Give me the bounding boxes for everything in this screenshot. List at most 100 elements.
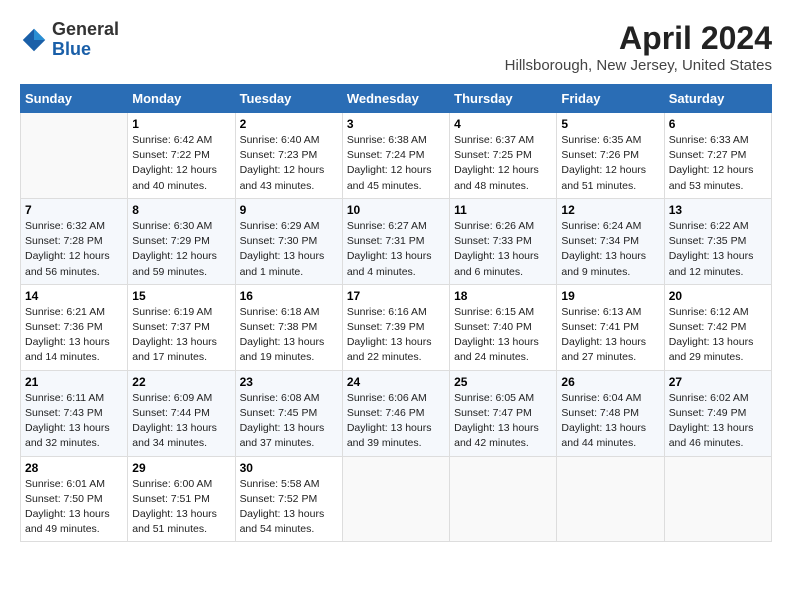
day-number: 20 [669,289,767,303]
day-number: 4 [454,117,552,131]
calendar-cell: 16Sunrise: 6:18 AM Sunset: 7:38 PM Dayli… [235,284,342,370]
calendar-table: SundayMondayTuesdayWednesdayThursdayFrid… [20,84,772,542]
calendar-cell: 26 Sunrise: 6:04 AM Sunset: 7:48 PM Dayli… [557,370,664,456]
logo-icon [20,26,48,54]
calendar-cell: 24Sunrise: 6:06 AM Sunset: 7:46 PM Dayli… [342,370,449,456]
day-info: Sunrise: 6:29 AM Sunset: 7:30 PM Dayligh… [240,219,338,280]
day-number: 26 [561,375,659,389]
calendar-cell: 22 Sunrise: 6:09 AM Sunset: 7:44 PM Dayli… [128,370,235,456]
header-day: Monday [128,85,235,113]
day-number: 19 [561,289,659,303]
calendar-cell: 3 Sunrise: 6:38 AM Sunset: 7:24 PM Daylig… [342,113,449,199]
calendar-week: 21 Sunrise: 6:11 AM Sunset: 7:43 PM Dayli… [21,370,772,456]
day-number: 16 [240,289,338,303]
header-day: Friday [557,85,664,113]
page-header: General Blue April 2024 Hillsborough, Ne… [20,20,772,74]
day-info: Sunrise: 6:05 AM Sunset: 7:47 PM Dayligh… [454,391,552,452]
day-info: Sunrise: 6:30 AM Sunset: 7:29 PM Dayligh… [132,219,230,280]
calendar-cell [557,456,664,542]
day-info: Sunrise: 6:22 AM Sunset: 7:35 PM Dayligh… [669,219,767,280]
header-day: Wednesday [342,85,449,113]
day-info: Sunrise: 5:58 AM Sunset: 7:52 PM Dayligh… [240,477,338,538]
calendar-cell: 4Sunrise: 6:37 AM Sunset: 7:25 PM Daylig… [450,113,557,199]
header-day: Sunday [21,85,128,113]
calendar-cell: 29 Sunrise: 6:00 AM Sunset: 7:51 PM Dayli… [128,456,235,542]
day-number: 18 [454,289,552,303]
day-info: Sunrise: 6:26 AM Sunset: 7:33 PM Dayligh… [454,219,552,280]
day-info: Sunrise: 6:08 AM Sunset: 7:45 PM Dayligh… [240,391,338,452]
calendar-cell: 17Sunrise: 6:16 AM Sunset: 7:39 PM Dayli… [342,284,449,370]
day-number: 7 [25,203,123,217]
calendar-cell [342,456,449,542]
day-info: Sunrise: 6:42 AM Sunset: 7:22 PM Dayligh… [132,133,230,194]
calendar-cell: 7 Sunrise: 6:32 AM Sunset: 7:28 PM Daylig… [21,198,128,284]
day-info: Sunrise: 6:09 AM Sunset: 7:44 PM Dayligh… [132,391,230,452]
calendar-cell: 28 Sunrise: 6:01 AM Sunset: 7:50 PM Dayli… [21,456,128,542]
calendar-cell [664,456,771,542]
logo-general-text: General [52,19,119,39]
calendar-cell: 6Sunrise: 6:33 AM Sunset: 7:27 PM Daylig… [664,113,771,199]
calendar-cell: 8 Sunrise: 6:30 AM Sunset: 7:29 PM Daylig… [128,198,235,284]
day-number: 1 [132,117,230,131]
calendar-cell: 15 Sunrise: 6:19 AM Sunset: 7:37 PM Dayli… [128,284,235,370]
day-info: Sunrise: 6:32 AM Sunset: 7:28 PM Dayligh… [25,219,123,280]
day-info: Sunrise: 6:04 AM Sunset: 7:48 PM Dayligh… [561,391,659,452]
day-info: Sunrise: 6:27 AM Sunset: 7:31 PM Dayligh… [347,219,445,280]
calendar-body: 1 Sunrise: 6:42 AM Sunset: 7:22 PM Daylig… [21,113,772,542]
day-number: 21 [25,375,123,389]
calendar-cell [21,113,128,199]
header-day: Tuesday [235,85,342,113]
day-info: Sunrise: 6:11 AM Sunset: 7:43 PM Dayligh… [25,391,123,452]
calendar-cell: 23 Sunrise: 6:08 AM Sunset: 7:45 PM Dayli… [235,370,342,456]
day-number: 10 [347,203,445,217]
day-number: 15 [132,289,230,303]
day-number: 2 [240,117,338,131]
calendar-cell: 11 Sunrise: 6:26 AM Sunset: 7:33 PM Dayli… [450,198,557,284]
day-number: 11 [454,203,552,217]
calendar-cell: 13 Sunrise: 6:22 AM Sunset: 7:35 PM Dayli… [664,198,771,284]
calendar-cell: 9 Sunrise: 6:29 AM Sunset: 7:30 PM Daylig… [235,198,342,284]
logo-blue-text: Blue [52,39,91,59]
day-number: 29 [132,461,230,475]
day-number: 23 [240,375,338,389]
day-info: Sunrise: 6:21 AM Sunset: 7:36 PM Dayligh… [25,305,123,366]
calendar-cell: 10 Sunrise: 6:27 AM Sunset: 7:31 PM Dayli… [342,198,449,284]
calendar-cell: 19Sunrise: 6:13 AM Sunset: 7:41 PM Dayli… [557,284,664,370]
day-info: Sunrise: 6:33 AM Sunset: 7:27 PM Dayligh… [669,133,767,194]
day-info: Sunrise: 6:01 AM Sunset: 7:50 PM Dayligh… [25,477,123,538]
day-number: 24 [347,375,445,389]
day-info: Sunrise: 6:00 AM Sunset: 7:51 PM Dayligh… [132,477,230,538]
day-number: 30 [240,461,338,475]
calendar-cell: 20 Sunrise: 6:12 AM Sunset: 7:42 PM Dayli… [664,284,771,370]
calendar-cell: 21 Sunrise: 6:11 AM Sunset: 7:43 PM Dayli… [21,370,128,456]
logo: General Blue [20,20,119,60]
day-number: 22 [132,375,230,389]
day-number: 3 [347,117,445,131]
calendar-cell: 1 Sunrise: 6:42 AM Sunset: 7:22 PM Daylig… [128,113,235,199]
day-number: 8 [132,203,230,217]
calendar-cell: 14Sunrise: 6:21 AM Sunset: 7:36 PM Dayli… [21,284,128,370]
header-day: Saturday [664,85,771,113]
day-info: Sunrise: 6:24 AM Sunset: 7:34 PM Dayligh… [561,219,659,280]
day-info: Sunrise: 6:38 AM Sunset: 7:24 PM Dayligh… [347,133,445,194]
calendar-cell: 5Sunrise: 6:35 AM Sunset: 7:26 PM Daylig… [557,113,664,199]
header-row: SundayMondayTuesdayWednesdayThursdayFrid… [21,85,772,113]
day-info: Sunrise: 6:12 AM Sunset: 7:42 PM Dayligh… [669,305,767,366]
title-block: April 2024 Hillsborough, New Jersey, Uni… [505,20,772,74]
day-number: 13 [669,203,767,217]
location: Hillsborough, New Jersey, United States [505,57,772,74]
day-info: Sunrise: 6:02 AM Sunset: 7:49 PM Dayligh… [669,391,767,452]
calendar-cell [450,456,557,542]
day-info: Sunrise: 6:19 AM Sunset: 7:37 PM Dayligh… [132,305,230,366]
day-info: Sunrise: 6:35 AM Sunset: 7:26 PM Dayligh… [561,133,659,194]
calendar-week: 28 Sunrise: 6:01 AM Sunset: 7:50 PM Dayli… [21,456,772,542]
month-title: April 2024 [505,20,772,57]
day-number: 9 [240,203,338,217]
day-number: 28 [25,461,123,475]
calendar-week: 1 Sunrise: 6:42 AM Sunset: 7:22 PM Daylig… [21,113,772,199]
calendar-week: 14Sunrise: 6:21 AM Sunset: 7:36 PM Dayli… [21,284,772,370]
day-info: Sunrise: 6:40 AM Sunset: 7:23 PM Dayligh… [240,133,338,194]
day-number: 25 [454,375,552,389]
day-number: 17 [347,289,445,303]
day-info: Sunrise: 6:15 AM Sunset: 7:40 PM Dayligh… [454,305,552,366]
